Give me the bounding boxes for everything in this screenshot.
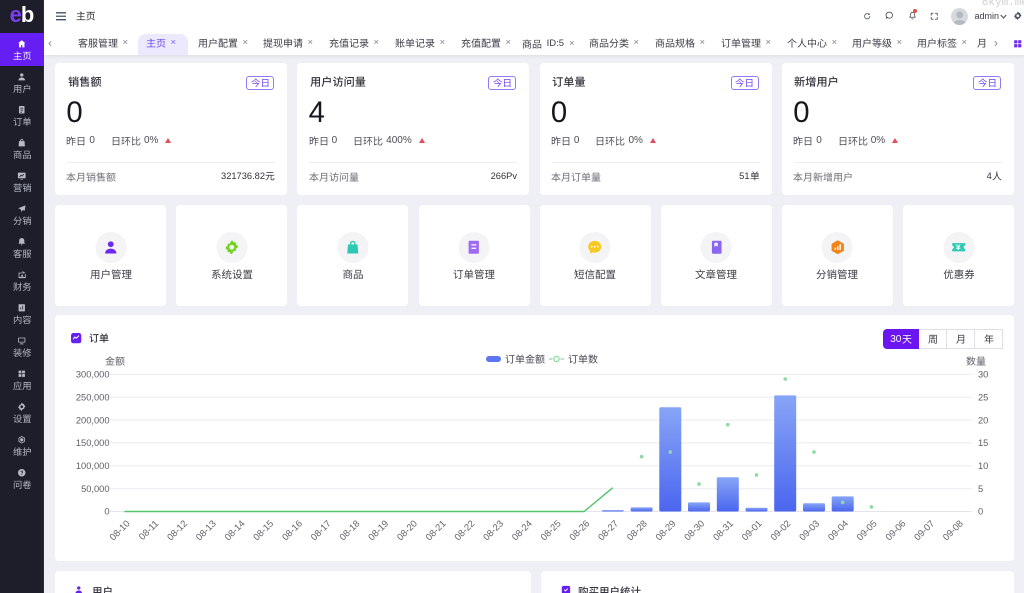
- svg-text:300,000: 300,000: [76, 370, 110, 380]
- svg-text:08-22: 08-22: [452, 518, 477, 543]
- svg-text:08-30: 08-30: [682, 518, 707, 543]
- svg-text:08-14: 08-14: [222, 518, 247, 543]
- svg-text:08-26: 08-26: [567, 518, 592, 543]
- svg-text:08-15: 08-15: [251, 518, 276, 543]
- svg-text:08-31: 08-31: [710, 518, 735, 543]
- svg-text:08-20: 08-20: [394, 518, 419, 543]
- svg-text:08-12: 08-12: [164, 518, 189, 543]
- svg-text:09-08: 09-08: [940, 518, 965, 543]
- svg-text:09-01: 09-01: [739, 518, 764, 543]
- svg-text:25: 25: [978, 393, 988, 403]
- svg-text:08-29: 08-29: [653, 518, 678, 543]
- svg-text:09-04: 09-04: [825, 518, 850, 543]
- svg-text:0: 0: [104, 507, 109, 517]
- svg-text:15: 15: [978, 438, 988, 448]
- svg-text:08-19: 08-19: [366, 518, 391, 543]
- svg-text:09-03: 09-03: [797, 518, 822, 543]
- svg-text:200,000: 200,000: [76, 415, 110, 425]
- svg-text:09-05: 09-05: [854, 518, 879, 543]
- svg-text:08-18: 08-18: [337, 518, 362, 543]
- svg-text:100,000: 100,000: [76, 461, 110, 471]
- svg-text:30: 30: [978, 370, 988, 380]
- svg-text:08-16: 08-16: [279, 518, 304, 543]
- svg-text:10: 10: [978, 461, 988, 471]
- svg-text:08-17: 08-17: [308, 518, 333, 543]
- svg-text:08-13: 08-13: [193, 518, 218, 543]
- svg-text:08-10: 08-10: [107, 518, 132, 543]
- svg-text:09-07: 09-07: [912, 518, 937, 543]
- svg-text:0: 0: [978, 507, 983, 517]
- svg-text:09-02: 09-02: [768, 518, 793, 543]
- svg-text:08-11: 08-11: [136, 518, 160, 542]
- svg-text:20: 20: [978, 415, 988, 425]
- svg-text:08-28: 08-28: [624, 518, 649, 543]
- svg-text:09-06: 09-06: [883, 518, 908, 543]
- svg-text:08-25: 08-25: [538, 518, 563, 543]
- svg-text:08-27: 08-27: [595, 518, 620, 543]
- svg-text:5: 5: [978, 484, 983, 494]
- svg-text:08-21: 08-21: [423, 518, 448, 543]
- svg-text:08-23: 08-23: [481, 518, 506, 543]
- svg-text:150,000: 150,000: [76, 438, 110, 448]
- svg-text:08-24: 08-24: [509, 518, 534, 543]
- svg-text:250,000: 250,000: [76, 393, 110, 403]
- svg-text:50,000: 50,000: [81, 484, 109, 494]
